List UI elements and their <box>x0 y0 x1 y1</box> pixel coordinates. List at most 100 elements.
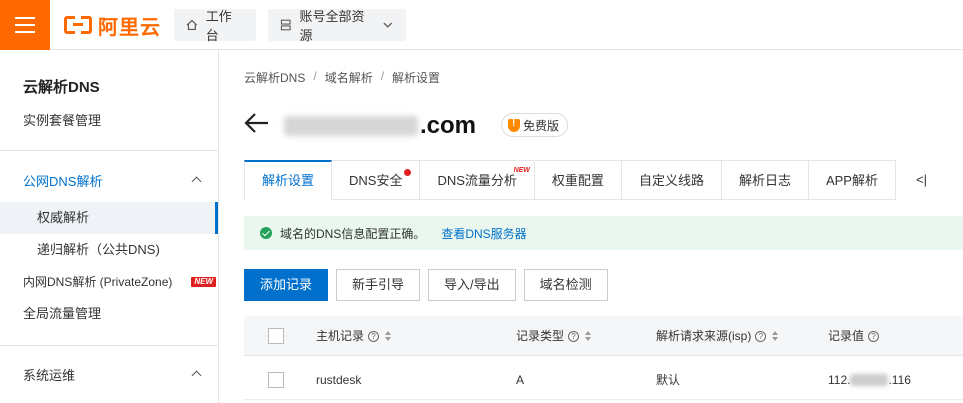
value-redacted <box>850 374 889 386</box>
select-all-checkbox[interactable] <box>268 328 284 344</box>
tab-resolution-logs[interactable]: 解析日志 <box>721 160 809 200</box>
help-icon[interactable]: ? <box>568 330 580 342</box>
value-suffix: .116 <box>888 373 911 387</box>
resources-label: 账号全部资源 <box>299 9 365 43</box>
cell-isp: 默认 <box>656 373 681 387</box>
sidebar-divider <box>0 345 219 346</box>
new-badge: NEW <box>513 167 530 175</box>
view-dns-servers-link[interactable]: 查看DNS服务器 <box>441 225 526 242</box>
select-all-cell <box>268 316 284 356</box>
home-icon <box>186 19 198 31</box>
tab-resolution-settings[interactable]: 解析设置 <box>244 160 333 200</box>
domain-name-redacted <box>284 116 418 136</box>
breadcrumb-item: 解析设置 <box>392 71 441 85</box>
tab-label: 解析日志 <box>738 173 791 188</box>
column-header-type[interactable]: 记录类型 ? <box>516 316 592 356</box>
column-header-label: 解析请求来源(isp) <box>656 329 752 343</box>
column-header-host[interactable]: 主机记录 ? <box>316 316 392 356</box>
sort-icon[interactable] <box>772 331 779 341</box>
back-arrow-icon[interactable] <box>244 112 270 134</box>
aliyun-logo-icon <box>64 15 92 35</box>
domain-title: .com <box>284 112 476 140</box>
notification-dot <box>404 169 412 176</box>
sidebar: 云解析DNS 实例套餐管理 公网DNS解析 权威解析 递归解析（公共DNS) 内… <box>0 50 219 403</box>
tab-label: 自定义线路 <box>638 173 704 188</box>
action-bar: 添加记录 新手引导 导入/导出 域名检测 <box>244 269 608 301</box>
tab-dns-traffic-analysis[interactable]: DNS流量分析 NEW <box>420 160 535 200</box>
main-content: 云解析DNS / 域名解析 / 解析设置 .com 免费版 解析设置 DNS安全… <box>220 50 963 403</box>
sort-icon[interactable] <box>585 331 592 341</box>
cell-type: A <box>516 373 525 387</box>
help-icon[interactable]: ? <box>868 330 880 342</box>
help-icon[interactable]: ? <box>755 330 767 342</box>
value-prefix: 112. <box>828 373 851 387</box>
edition-label: 免费版 <box>523 118 560 133</box>
breadcrumb-item[interactable]: 云解析DNS <box>244 69 305 86</box>
sidebar-item-label: 系统运维 <box>23 368 76 383</box>
workbench-button[interactable]: 工作台 <box>174 9 256 43</box>
chevron-up-icon <box>191 176 202 187</box>
column-header-label: 记录类型 <box>516 329 565 343</box>
row-checkbox[interactable] <box>268 372 284 388</box>
sidebar-item-public-dns[interactable]: 公网DNS解析 <box>0 166 218 198</box>
tab-app-resolution[interactable]: APP解析 <box>808 160 896 200</box>
table-header: 主机记录 ? 记录类型 ? 解析请求来源(isp) ? 记录值 ? <box>244 316 963 356</box>
sidebar-item-recursive[interactable]: 递归解析（公共DNS) <box>0 234 218 266</box>
help-icon[interactable]: ? <box>368 330 380 342</box>
sidebar-item-global-traffic[interactable]: 全局流量管理 <box>0 298 218 330</box>
breadcrumb: 云解析DNS / 域名解析 / 解析设置 <box>244 69 440 86</box>
breadcrumb-separator: / <box>313 69 317 83</box>
selected-indicator <box>215 202 218 234</box>
column-header-label: 主机记录 <box>316 329 365 343</box>
tab-weight-config[interactable]: 权重配置 <box>534 160 622 200</box>
sidebar-item-label: 公网DNS解析 <box>23 174 103 189</box>
sidebar-item-private-zone[interactable]: 内网DNS解析 (PrivateZone) NEW <box>0 266 218 298</box>
row-select-cell <box>268 360 284 400</box>
sidebar-item-label: 递归解析（公共DNS) <box>37 242 160 257</box>
cell-value: 112. .116 <box>828 360 911 400</box>
tab-label: 权重配置 <box>551 173 604 188</box>
check-circle-icon <box>260 227 272 239</box>
column-header-value: 记录值 ? <box>828 316 880 356</box>
domain-suffix: .com <box>420 112 477 139</box>
tab-dns-security[interactable]: DNS安全 <box>332 160 421 200</box>
column-header-label: 记录值 <box>828 329 865 343</box>
tab-custom-lines[interactable]: 自定义线路 <box>621 160 722 200</box>
chevron-up-icon <box>191 370 202 381</box>
edition-badge[interactable]: 免费版 <box>501 113 569 137</box>
sort-icon[interactable] <box>385 331 392 341</box>
workbench-label: 工作台 <box>205 9 232 43</box>
sidebar-item-label: 内网DNS解析 (PrivateZone) <box>23 275 173 289</box>
server-icon <box>280 19 291 31</box>
sidebar-item-instance-plans[interactable]: 实例套餐管理 <box>0 105 218 137</box>
breadcrumb-separator: / <box>380 69 385 83</box>
new-badge: NEW <box>191 277 216 287</box>
resources-dropdown[interactable]: 账号全部资源 <box>268 9 406 43</box>
aliyun-logo[interactable]: 阿里云 <box>64 13 161 39</box>
tab-label: DNS安全 <box>349 173 403 188</box>
menu-icon[interactable] <box>0 0 50 50</box>
guide-button[interactable]: 新手引导 <box>336 269 421 301</box>
status-alert: 域名的DNS信息配置正确。 查看DNS服务器 <box>244 216 963 250</box>
sidebar-item-label: 实例套餐管理 <box>23 113 102 128</box>
sidebar-item-authoritative[interactable]: 权威解析 <box>0 202 218 234</box>
shield-icon <box>508 118 520 132</box>
tab-label: DNS流量分析 <box>437 173 517 188</box>
tab-bar: 解析设置 DNS安全 DNS流量分析 NEW 权重配置 自定义线路 解析日志 AP… <box>244 160 927 200</box>
breadcrumb-item[interactable]: 域名解析 <box>325 69 373 86</box>
domain-detect-button[interactable]: 域名检测 <box>523 269 608 301</box>
alert-message: 域名的DNS信息配置正确。 <box>280 226 426 241</box>
sidebar-item-ops[interactable]: 系统运维 <box>0 360 218 392</box>
sidebar-divider <box>0 150 219 151</box>
sidebar-title: 云解析DNS <box>23 79 100 96</box>
tab-label: 解析设置 <box>262 173 315 188</box>
sidebar-item-label: 权威解析 <box>37 210 90 225</box>
tabs-scroll-button[interactable]: <| <box>896 160 927 200</box>
table-row: rustdesk A 默认 112. .116 <box>244 360 963 400</box>
cell-host: rustdesk <box>316 373 362 387</box>
column-header-isp[interactable]: 解析请求来源(isp) ? <box>656 316 779 356</box>
add-record-button[interactable]: 添加记录 <box>244 269 329 301</box>
sidebar-item-label: 全局流量管理 <box>23 306 102 321</box>
import-export-button[interactable]: 导入/导出 <box>428 269 516 301</box>
top-bar: 阿里云 工作台 账号全部资源 <box>0 0 963 50</box>
